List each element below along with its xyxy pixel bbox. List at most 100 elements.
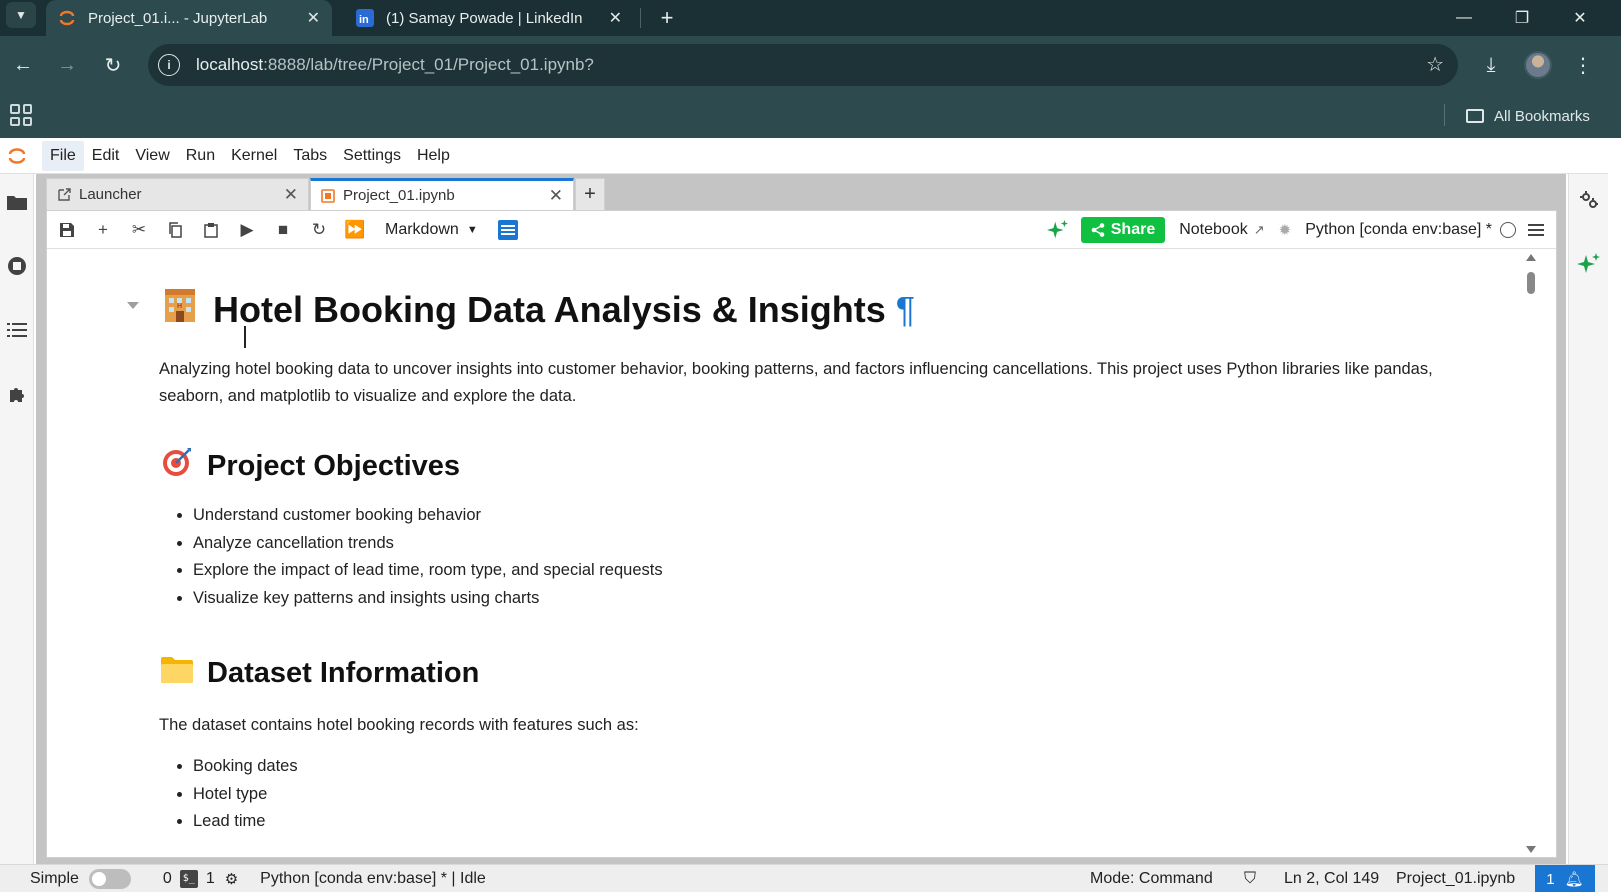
list-item: Explore the impact of lead time, room ty… (193, 557, 663, 585)
close-tab-icon[interactable]: ✕ (609, 8, 622, 28)
bookmark-star-icon[interactable]: ☆ (1426, 52, 1444, 77)
apps-grid-icon[interactable] (10, 104, 32, 126)
file-browser-icon[interactable] (5, 190, 29, 214)
restore-icon[interactable]: ❐ (1494, 0, 1550, 36)
tab-divider (640, 8, 641, 28)
jupyterlab-app: File Edit View Run Kernel Tabs Settings … (0, 138, 1621, 892)
scroll-up-icon[interactable] (1526, 254, 1536, 261)
menu-file[interactable]: File (42, 140, 84, 171)
svg-text:H: H (177, 303, 182, 310)
dataset-heading: Dataset Information (161, 655, 479, 691)
menu-kernel[interactable]: Kernel (223, 141, 285, 171)
interrupt-kernel-icon[interactable]: ■ (265, 211, 301, 249)
cut-icon[interactable]: ✂ (121, 211, 157, 249)
save-icon[interactable] (49, 211, 85, 249)
terminals-count[interactable]: 0 (163, 870, 172, 888)
download-icon[interactable]: ⤓ (1476, 50, 1506, 80)
menu-run[interactable]: Run (178, 141, 223, 171)
heading-anchor-link[interactable]: ¶ (896, 289, 915, 331)
menu-edit[interactable]: Edit (84, 141, 128, 171)
close-window-icon[interactable]: ✕ (1552, 0, 1608, 36)
tab-label: Launcher (79, 186, 142, 203)
cell-properties-icon[interactable] (497, 219, 518, 240)
forward-arrow-icon[interactable]: → (52, 50, 82, 80)
left-sidebar (0, 174, 34, 864)
paste-icon[interactable] (193, 211, 229, 249)
extension-manager-icon[interactable] (5, 382, 29, 406)
simple-mode-toggle[interactable] (88, 868, 131, 889)
debugger-bug-icon[interactable]: ✹ (1279, 221, 1292, 239)
share-icon (1091, 223, 1105, 237)
heading-text: Project Objectives (207, 449, 461, 482)
hamburger-menu-icon[interactable] (1528, 224, 1544, 236)
running-sessions-icon[interactable] (5, 254, 29, 278)
notebook-panel: + ✂ ▶ ■ ↻ ⏩ Markdown ▼ Share Notebook ↗ … (46, 210, 1557, 858)
all-bookmarks-label: All Bookmarks (1494, 107, 1590, 125)
cursor-position-text[interactable]: Ln 2, Col 149 (1284, 870, 1379, 888)
more-menu-icon[interactable]: ⋮ (1568, 50, 1598, 80)
url-host: localhost (196, 55, 264, 74)
ai-assistant-sparkle-icon[interactable] (1577, 252, 1601, 276)
cell-type-dropdown[interactable]: Markdown ▼ (385, 221, 478, 239)
menu-tabs[interactable]: Tabs (285, 141, 335, 171)
kernel-selector[interactable]: Python [conda env:base] * (1305, 221, 1492, 239)
tab-label: Project_01.ipynb (343, 187, 455, 204)
simple-mode-label: Simple (30, 869, 79, 887)
menu-bar: File Edit View Run Kernel Tabs Settings … (0, 138, 1608, 174)
menu-help[interactable]: Help (409, 141, 458, 171)
address-bar[interactable]: i localhost:8888/lab/tree/Project_01/Pro… (148, 44, 1458, 86)
dataset-intro-paragraph: The dataset contains hotel booking recor… (159, 716, 639, 734)
site-info-icon[interactable]: i (158, 54, 180, 76)
copy-icon[interactable] (157, 211, 193, 249)
run-all-icon[interactable]: ⏩ (337, 211, 373, 249)
share-button[interactable]: Share (1080, 217, 1166, 243)
status-bar: Simple 0 $_ 1 ⚙ Python [conda env:base] … (0, 864, 1608, 892)
notebook-content[interactable]: H Hotel Booking Data Analysis & Insights… (47, 250, 1539, 857)
table-of-contents-icon[interactable] (5, 318, 29, 342)
new-launcher-button[interactable]: + (575, 178, 605, 210)
browser-tab-jupyterlab[interactable]: Project_01.i... - JupyterLab ✕ (46, 0, 332, 36)
notifications-button[interactable]: 1 🔔︎ (1535, 865, 1595, 892)
insert-cell-icon[interactable]: + (85, 211, 121, 249)
close-tab-icon[interactable]: ✕ (549, 186, 563, 206)
collapse-heading-icon[interactable] (127, 302, 139, 309)
url-text[interactable]: localhost:8888/lab/tree/Project_01/Proje… (196, 55, 594, 75)
back-arrow-icon[interactable]: ← (8, 50, 38, 80)
scrollbar-thumb[interactable] (1527, 272, 1535, 294)
ai-sparkle-icon[interactable] (1046, 219, 1069, 241)
close-tab-icon[interactable]: ✕ (284, 185, 298, 205)
notebook-label: Notebook (1179, 221, 1248, 238)
url-path: :8888/lab/tree/Project_01/Project_01.ipy… (263, 55, 594, 74)
notebook-icon (321, 188, 335, 203)
dataset-features-list: Booking dates Hotel type Lead time (193, 753, 298, 836)
menu-view[interactable]: View (127, 141, 177, 171)
restart-kernel-icon[interactable]: ↻ (301, 211, 337, 249)
tab-notebook[interactable]: Project_01.ipynb ✕ (310, 178, 574, 210)
new-tab-button[interactable]: + (652, 0, 682, 36)
browser-tab-title: (1) Samay Powade | LinkedIn (386, 9, 583, 27)
kernel-status-text[interactable]: Python [conda env:base] * | Idle (260, 870, 486, 888)
notebook-scrollbar[interactable] (1523, 250, 1539, 857)
profile-avatar[interactable] (1524, 51, 1552, 79)
minimize-icon[interactable]: — (1436, 0, 1492, 36)
browser-tab-linkedin[interactable]: in (1) Samay Powade | LinkedIn ✕ (344, 0, 634, 36)
kernels-count[interactable]: 1 (206, 870, 215, 888)
external-link-icon: ↗ (1253, 222, 1265, 237)
heading-text: Dataset Information (207, 656, 480, 689)
share-label: Share (1110, 221, 1156, 238)
reload-icon[interactable]: ↻ (98, 50, 128, 80)
all-bookmarks-button[interactable]: All Bookmarks (1466, 104, 1590, 128)
shield-icon[interactable]: ⛉ (1244, 870, 1256, 888)
tab-search-button[interactable]: ▼ (6, 2, 36, 28)
list-item: Booking dates (193, 753, 298, 781)
notebook-toolbar: + ✂ ▶ ■ ↻ ⏩ Markdown ▼ Share Notebook ↗ … (47, 211, 1556, 249)
scroll-down-icon[interactable] (1526, 846, 1536, 853)
hotel-icon: H (161, 286, 199, 333)
property-inspector-icon[interactable] (1577, 188, 1601, 212)
menu-settings[interactable]: Settings (335, 141, 409, 171)
run-cell-icon[interactable]: ▶ (229, 211, 265, 249)
open-in-notebook-link[interactable]: Notebook ↗ (1179, 221, 1264, 239)
title-text: Hotel Booking Data Analysis & Insights (213, 288, 886, 330)
tab-launcher[interactable]: Launcher ✕ (46, 178, 309, 210)
close-tab-icon[interactable]: ✕ (307, 8, 320, 28)
